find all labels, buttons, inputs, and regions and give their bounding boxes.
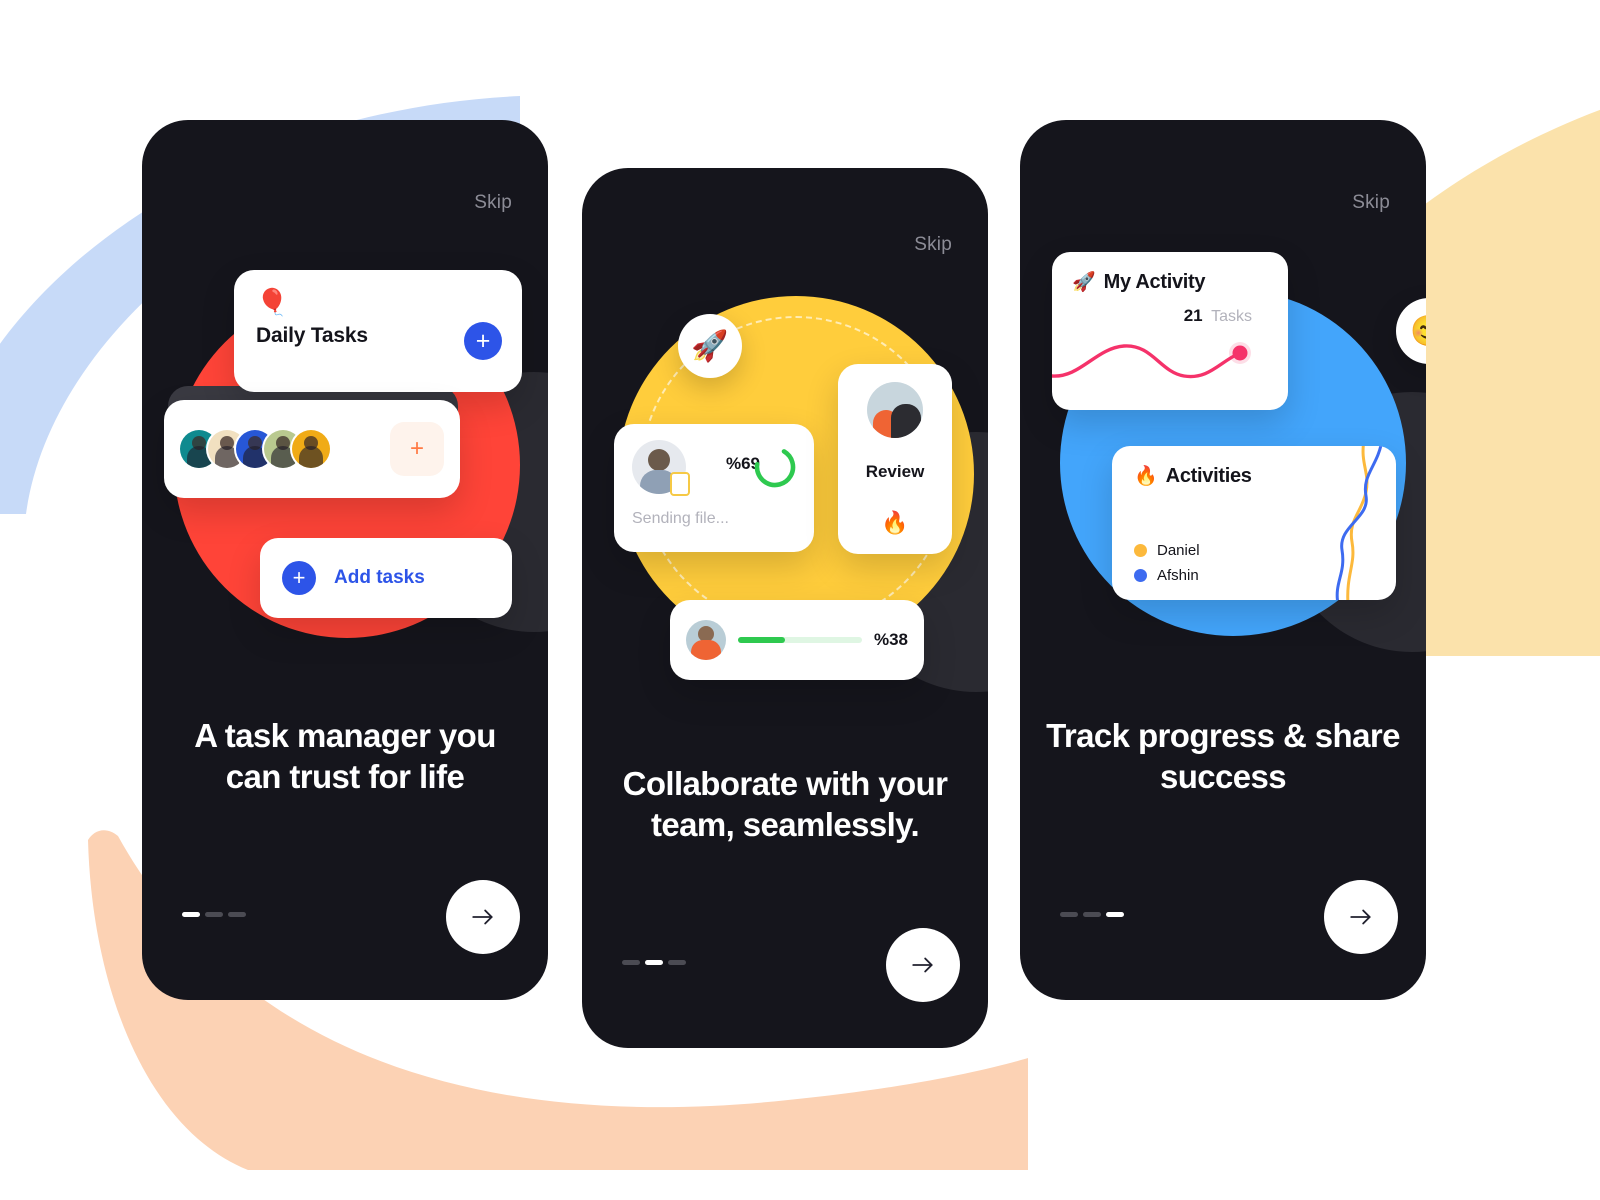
page-dot: [668, 960, 686, 965]
team-avatars-card[interactable]: +: [164, 400, 460, 498]
page-dot: [1083, 912, 1101, 917]
fire-emoji: 🔥: [881, 510, 909, 535]
next-button-2[interactable]: [886, 928, 960, 1002]
page-indicator-3[interactable]: [1060, 912, 1124, 917]
avatar: [292, 430, 330, 468]
review-title: Review: [865, 462, 925, 481]
progress-ring-svg: [754, 446, 796, 488]
legend-item: Afshin: [1134, 567, 1200, 584]
headline-2: Collaborate with your team, seamlessly.: [622, 765, 948, 843]
tasks-count-row: 21 Tasks: [1072, 306, 1268, 326]
legend-item: Daniel: [1134, 542, 1200, 559]
page-dot: [182, 912, 200, 917]
page-indicator-2[interactable]: [622, 960, 686, 965]
activities-card[interactable]: 🔥 Activities Daniel Afshin: [1112, 446, 1396, 600]
arrow-right-icon: [912, 957, 933, 973]
page-dot: [1060, 912, 1078, 917]
avatar: [867, 382, 923, 438]
footer-1: [142, 880, 548, 954]
sending-file-card[interactable]: %69 Sending file...: [614, 424, 814, 552]
add-tasks-card[interactable]: + Add tasks: [260, 538, 512, 618]
footer-2: [582, 928, 988, 1002]
legend-color-dot: [1134, 569, 1147, 582]
skip-button-3[interactable]: Skip: [1352, 192, 1390, 214]
plus-icon: +: [282, 561, 316, 595]
next-button-3[interactable]: [1324, 880, 1398, 954]
tasks-count: 21: [1183, 306, 1203, 325]
smiley-emoji-bubble: 😊: [1396, 298, 1426, 364]
review-card[interactable]: Review 🔥: [838, 364, 952, 554]
page-dot: [622, 960, 640, 965]
my-activity-card[interactable]: 🚀 My Activity 21 Tasks: [1052, 252, 1288, 410]
headline-3: Track progress & share success: [1046, 717, 1400, 795]
fire-emoji: 🔥: [1134, 466, 1158, 487]
progress-bar-fill: [738, 637, 786, 643]
avatar-stack: [180, 430, 330, 468]
phone-screen-2: Skip 🚀 %69 Sending file... Review 🔥 %38 …: [582, 168, 988, 1048]
page-dot: [1106, 912, 1124, 917]
rocket-emoji: 🚀: [1072, 272, 1096, 293]
my-activity-title: My Activity: [1103, 270, 1206, 293]
activity-sparkline: [1052, 342, 1251, 379]
skip-button-2[interactable]: Skip: [914, 234, 952, 256]
tasks-label: Tasks: [1211, 308, 1252, 325]
arrow-right-icon: [472, 909, 493, 925]
footer-3: [1020, 880, 1426, 954]
smiling-face-emoji: 😊: [1410, 314, 1426, 349]
phone-screen-3: Skip 🚀 My Activity 21 Tasks 😊 🔥 Activit: [1020, 120, 1426, 1000]
my-activity-header: 🚀 My Activity: [1072, 270, 1268, 294]
page-dot: [228, 912, 246, 917]
phone-screen-1: Skip 🎈 Daily Tasks + + + Add tasks A tas…: [142, 120, 548, 1000]
onboarding-showcase: Skip 🎈 Daily Tasks + + + Add tasks A tas…: [0, 0, 1600, 1200]
activities-legend: Daniel Afshin: [1134, 534, 1200, 584]
legend-color-dot: [1134, 544, 1147, 557]
headline-1: A task manager you can trust for life: [194, 717, 496, 795]
legend-label: Afshin: [1157, 567, 1199, 584]
arrow-right-icon: [1350, 909, 1371, 925]
legend-label: Daniel: [1157, 542, 1200, 559]
balloon-emoji: 🎈: [256, 287, 289, 317]
rocket-emoji: 🚀: [691, 329, 729, 363]
progress-bar-track: [738, 637, 862, 643]
add-tasks-label: Add tasks: [334, 567, 425, 588]
activities-title: Activities: [1165, 464, 1252, 487]
page-dot: [205, 912, 223, 917]
page-dot: [645, 960, 663, 965]
add-task-button[interactable]: +: [464, 322, 502, 360]
file-icon: [670, 472, 690, 496]
progress-ring: [752, 444, 798, 490]
daily-tasks-card[interactable]: 🎈 Daily Tasks +: [234, 270, 522, 392]
avatar: [686, 620, 726, 660]
progress-percent: %38: [873, 630, 908, 649]
page-indicator-1[interactable]: [182, 912, 246, 917]
activities-squiggle-lines: [1335, 446, 1383, 600]
skip-button-1[interactable]: Skip: [474, 192, 512, 214]
rocket-emoji-bubble: 🚀: [678, 314, 742, 378]
add-member-button[interactable]: +: [390, 422, 444, 476]
next-button-1[interactable]: [446, 880, 520, 954]
sending-status: Sending file...: [632, 510, 729, 527]
member-progress-card[interactable]: %38: [670, 600, 924, 680]
